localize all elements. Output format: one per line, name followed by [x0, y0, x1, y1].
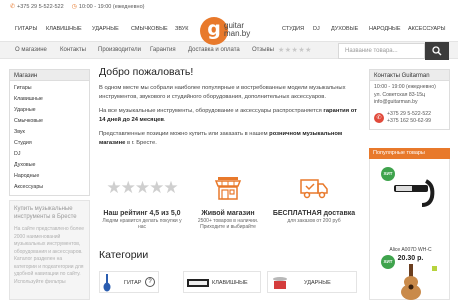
store-icon	[214, 177, 242, 200]
category-drums[interactable]: УДАРНЫЕ	[267, 271, 357, 293]
category-keyboards[interactable]: КЛАВИШНЫЕ	[183, 271, 261, 293]
feature-rating-title: Наш рейтинг 4,5 из 5,0	[103, 210, 181, 217]
nav-guitars[interactable]: ГИТАРЫ	[15, 26, 37, 32]
nav-studio[interactable]: СТУДИЯ	[282, 26, 304, 32]
logo-line-2: man.by	[224, 29, 251, 38]
search-icon	[432, 46, 442, 56]
feature-store: Живой магазин 2500+ товаров в наличии. П…	[185, 172, 271, 230]
feature-rating: ★★★★★ Наш рейтинг 4,5 из 5,0 Людям нрави…	[99, 172, 185, 230]
promo-title: Купить музыкальные инструменты в Бресте	[14, 206, 77, 220]
nav-sound[interactable]: ЗВУК	[175, 26, 189, 32]
contacts-phone-1[interactable]: +375 29 5-522-522	[387, 111, 431, 119]
sidebar-item-dj[interactable]: DJ	[10, 149, 89, 160]
contacts-hours: 10:00 - 19:00 (ежедневно)	[374, 84, 436, 90]
search-input[interactable]: Название товара...	[338, 43, 425, 59]
subnav-contacts[interactable]: Контакты	[60, 47, 86, 53]
intro-paragraph: В одном месте мы собрали наиболее популя…	[99, 85, 346, 100]
top-phone[interactable]: +375 29 5-522-522	[17, 4, 64, 10]
drums-icon	[273, 277, 287, 289]
promo-text: На сайте представлено более 2000 наимено…	[14, 226, 85, 285]
category-guitars[interactable]: ГИТАР ?	[99, 271, 159, 293]
stars-icon: ★★★★★	[106, 178, 178, 197]
feature-store-title: Живой магазин	[201, 210, 255, 217]
nav-accessories[interactable]: АКСЕССУАРЫ	[408, 26, 446, 32]
rating-stars: ★★★★★	[278, 47, 312, 54]
sidebar-item-wind[interactable]: Духовые	[10, 160, 89, 171]
contacts-body: 10:00 - 19:00 (ежедневно) ул. Советская …	[369, 81, 450, 130]
acoustic-guitar-icon[interactable]	[398, 264, 424, 300]
nav-bowed[interactable]: СМЫЧКОВЫЕ	[131, 26, 168, 32]
clock-icon: ◷	[71, 4, 77, 10]
features-row: ★★★★★ Наш рейтинг 4,5 из 5,0 Людям нрави…	[99, 172, 357, 232]
logo-text: guitar man.by	[224, 22, 250, 38]
categories-title: Категории	[99, 249, 149, 261]
sidebar-item-keyboards[interactable]: Клавишные	[10, 94, 89, 105]
hit-badge-2: ХИТ	[381, 255, 395, 269]
shop-sidebar: Магазин Гитары Клавишные Ударные Смычков…	[9, 69, 90, 196]
sidebar-item-sound[interactable]: Звук	[10, 127, 89, 138]
phone-icon: ✆	[10, 4, 16, 10]
subnav-about[interactable]: О магазине	[15, 47, 47, 53]
sidebar-item-bowed[interactable]: Смычковые	[10, 116, 89, 127]
truck-icon	[300, 179, 328, 199]
warranty-paragraph: На все музыкальные инструменты, оборудов…	[99, 108, 357, 123]
feature-store-desc: 2500+ товаров в наличии. Приходите и выб…	[197, 218, 259, 230]
nav-wind[interactable]: ДУХОВЫЕ	[331, 26, 358, 32]
nav-folk[interactable]: НАРОДНЫЕ	[369, 26, 401, 32]
sidebar-item-guitars[interactable]: Гитары	[10, 83, 89, 94]
category-keyboards-label: КЛАВИШНЫЕ	[212, 280, 248, 286]
feature-delivery-desc: для заказов от 200 руб	[287, 218, 341, 224]
feature-delivery-title: БЕСПЛАТНАЯ доставка	[272, 210, 356, 217]
popular-products-list: ХИТ Alice A007D WH-C 20.30 р. ХИТ	[369, 159, 450, 300]
welcome-section: Добро пожаловать! В одном месте мы собра…	[99, 66, 357, 153]
subnav-delivery[interactable]: Доставка и оплата	[188, 47, 240, 53]
store-paragraph: Представленные позиции можно купить или …	[99, 131, 343, 146]
nav-drums[interactable]: УДАРНЫЕ	[92, 26, 119, 32]
search-button[interactable]	[425, 42, 449, 60]
top-hours: 10:00 - 19:00 (ежедневно)	[78, 3, 145, 10]
contacts-phones: ✆ +375 29 5-522-522 +375 162 50-62-99	[374, 111, 445, 126]
contacts-title: Контакты Guitarman	[369, 69, 450, 81]
contacts-address: ул. Советская 83-15ц	[374, 91, 426, 98]
phone-icon: ✆	[374, 112, 384, 123]
sidebar-item-drums[interactable]: Ударные	[10, 105, 89, 116]
feature-delivery: БЕСПЛАТНАЯ доставка для заказов от 200 р…	[271, 172, 357, 224]
category-guitars-label: ГИТАР	[124, 280, 142, 286]
seo-promo-block: Купить музыкальные инструменты в Бресте …	[9, 200, 90, 300]
shop-sidebar-title: Магазин	[9, 69, 90, 81]
keyboard-icon	[187, 279, 209, 287]
category-drums-label: УДАРНЫЕ	[304, 280, 331, 286]
feature-rating-desc: Людям нравится делать покупки у нас	[102, 218, 182, 230]
in-stock-indicator	[432, 266, 437, 271]
sidebar-item-accessories[interactable]: Аксессуары	[10, 182, 89, 193]
sidebar-item-studio[interactable]: Студия	[10, 138, 89, 149]
capo-icon[interactable]	[388, 173, 438, 215]
contacts-phone-2[interactable]: +375 162 50-62-99	[387, 118, 431, 126]
subnav-brands[interactable]: Производители	[98, 47, 141, 53]
top-bar: ✆ +375 29 5-522-522 ◷ 10:00 - 19:00 (еже…	[0, 0, 458, 13]
categories-row: ГИТАР ? КЛАВИШНЫЕ УДАРНЫЕ	[99, 271, 357, 293]
product-1-name[interactable]: Alice A007D WH-C	[370, 247, 451, 253]
guitar-icon	[103, 274, 111, 292]
site-logo[interactable]: g guitar man.by	[200, 17, 257, 45]
sidebar-item-folk[interactable]: Народные	[10, 171, 89, 182]
page-title: Добро пожаловать!	[99, 66, 194, 78]
shop-category-list: Гитары Клавишные Ударные Смычковые Звук …	[9, 81, 90, 196]
contacts-sidebar: Контакты Guitarman 10:00 - 19:00 (ежедне…	[369, 69, 450, 130]
popular-products-title: Популярные товары	[369, 148, 450, 159]
nav-dj[interactable]: DJ	[313, 26, 320, 32]
subnav-reviews[interactable]: Отзывы	[252, 47, 274, 53]
help-icon[interactable]: ?	[145, 277, 155, 287]
subnav-warranty[interactable]: Гарантия	[150, 47, 176, 53]
contacts-email[interactable]: info@guitarman.by	[374, 99, 445, 107]
nav-keyboards[interactable]: КЛАВИШНЫЕ	[46, 26, 82, 32]
